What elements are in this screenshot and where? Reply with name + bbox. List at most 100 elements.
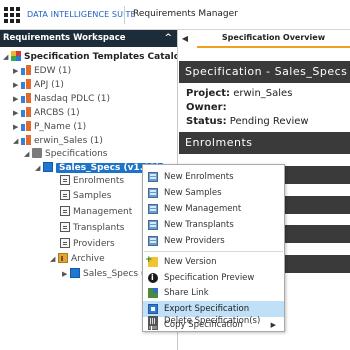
menu-item-label: New Enrolments (164, 172, 234, 182)
menu-new-management[interactable]: New Management (143, 201, 284, 217)
menu-item-label: Share Link (164, 288, 209, 298)
expand-caret-icon[interactable]: ◢ (3, 51, 11, 63)
tree-node-label: Specification Templates Catalogue (24, 52, 177, 62)
context-menu: New Enrolments New Samples New Managemen… (142, 164, 285, 332)
expand-caret-icon[interactable]: ◢ (35, 162, 43, 174)
app-title: Requirements Manager (133, 9, 238, 19)
suite-name[interactable]: DATA INTELLIGENCE SUITE (27, 10, 136, 19)
expand-caret-icon[interactable]: ◢ (24, 148, 32, 160)
tree-node-label: EDW (1) (34, 66, 72, 76)
specifications-folder-icon (32, 148, 42, 158)
expand-caret-icon[interactable]: ▶ (13, 121, 21, 133)
new-section-icon (148, 204, 158, 214)
project-value: erwin_Sales (230, 88, 293, 99)
tree-node-app-nasdaq[interactable]: ▶ Nasdaq PDLC (1) (13, 93, 110, 105)
share-link-icon (148, 288, 158, 298)
tree-node-section-management[interactable]: Management (60, 206, 132, 218)
menu-new-enrolments[interactable]: New Enrolments (143, 169, 284, 185)
app-launcher-grid-icon[interactable] (4, 7, 20, 23)
project-label: Project: (186, 88, 231, 99)
expand-caret-icon[interactable]: ▶ (13, 93, 21, 105)
expand-caret-icon[interactable]: ◢ (50, 253, 58, 265)
tree-node-label: Archive (71, 254, 105, 264)
new-section-icon (148, 236, 158, 246)
specification-title-bar: Specification - Sales_Specs (179, 61, 350, 83)
tree-node-label: Transplants (73, 223, 125, 233)
document-icon (60, 238, 70, 248)
status-value: Pending Review (226, 116, 309, 127)
tree-node-label: APJ (1) (34, 80, 64, 90)
tree-node-app-apj[interactable]: ▶ APJ (1) (13, 79, 64, 91)
collapse-left-arrow-icon[interactable]: ◀ (179, 30, 191, 48)
tree-node-label: Sales_Specs (v (83, 269, 150, 279)
tree-node-app-pname[interactable]: ▶ P_Name (1) (13, 121, 86, 133)
workspace-header: Requirements Workspace ^ (0, 30, 177, 47)
application-icon (21, 93, 31, 103)
catalogue-icon (11, 51, 21, 61)
expand-caret-icon[interactable]: ▶ (62, 268, 70, 280)
tree-node-app-arcbs[interactable]: ▶ ARCBS (1) (13, 107, 80, 119)
tree-node-app-erwin-sales[interactable]: ◢ erwin_Sales (1) (13, 135, 103, 147)
menu-new-samples[interactable]: New Samples (143, 185, 284, 201)
owner-label: Owner: (186, 102, 227, 113)
application-icon (21, 135, 31, 145)
menu-separator (144, 251, 283, 252)
tree-node-label: ARCBS (1) (34, 108, 80, 118)
tree-node-archive[interactable]: ◢ Archive (50, 253, 105, 265)
archive-icon (58, 253, 68, 263)
trash-icon (148, 316, 158, 326)
menu-share-link[interactable]: Share Link (143, 285, 284, 301)
status-info: Status: Pending Review (186, 116, 309, 127)
menu-item-label: New Providers (164, 236, 225, 246)
tree-node-label: Enrolments (73, 176, 125, 186)
top-bar: DATA INTELLIGENCE SUITE Requirements Man… (0, 0, 350, 30)
menu-new-version[interactable]: New Version (143, 252, 284, 270)
new-section-icon (148, 188, 158, 198)
tree-node-section-providers[interactable]: Providers (60, 238, 115, 250)
new-section-icon (148, 220, 158, 230)
tree-node-section-transplants[interactable]: Transplants (60, 222, 124, 234)
menu-item-label: New Version (164, 257, 217, 267)
tree-node-label: Specifications (45, 149, 108, 159)
tree-node-archived-spec[interactable]: ▶ Sales_Specs (v (62, 268, 150, 280)
expand-caret-icon[interactable]: ▶ (13, 79, 21, 91)
menu-specification-preview[interactable]: Specification Preview (143, 270, 284, 286)
tree-node-app-edw[interactable]: ▶ EDW (1) (13, 65, 71, 77)
tree-node-label: P_Name (1) (34, 122, 87, 132)
info-icon (148, 270, 158, 286)
tree-node-catalogue[interactable]: ◢ Specification Templates Catalogue (3, 51, 177, 63)
application-icon (21, 107, 31, 117)
tree-node-label: Management (73, 207, 133, 217)
application-icon (21, 65, 31, 75)
collapse-chevron-icon[interactable]: ^ (164, 33, 172, 43)
tree-node-label: Providers (73, 239, 115, 249)
document-icon (60, 206, 70, 216)
expand-caret-icon[interactable]: ▶ (13, 107, 21, 119)
expand-caret-icon[interactable]: ◢ (13, 135, 21, 147)
menu-delete-specifications[interactable]: Delete Specification(s) (143, 313, 284, 329)
status-label: Status: (186, 116, 227, 127)
menu-item-label: New Management (164, 204, 242, 214)
menu-new-providers[interactable]: New Providers (143, 233, 284, 249)
specification-icon (70, 268, 80, 278)
tree-node-label: erwin_Sales (1) (34, 136, 103, 146)
specification-icon (43, 162, 53, 172)
tree-node-specifications[interactable]: ◢ Specifications (24, 148, 107, 160)
document-icon (60, 175, 70, 185)
owner-info: Owner: (186, 102, 227, 113)
tab-specification-overview[interactable]: Specification Overview (197, 30, 350, 48)
new-section-icon (148, 172, 158, 182)
menu-item-label: Specification Preview (164, 273, 255, 283)
menu-item-label: New Transplants (164, 220, 234, 230)
project-info: Project: erwin_Sales (186, 88, 292, 99)
menu-new-transplants[interactable]: New Transplants (143, 217, 284, 233)
document-icon (60, 190, 70, 200)
menu-item-label: New Samples (164, 188, 222, 198)
tree-node-section-samples[interactable]: Samples (60, 190, 111, 202)
tree-node-label: Nasdaq PDLC (1) (34, 94, 111, 104)
section-bar-enrolments[interactable]: Enrolments (179, 132, 350, 154)
tree-node-section-enrolments[interactable]: Enrolments (60, 175, 124, 187)
menu-item-label: Delete Specification(s) (164, 316, 261, 326)
document-icon (60, 222, 70, 232)
expand-caret-icon[interactable]: ▶ (13, 65, 21, 77)
